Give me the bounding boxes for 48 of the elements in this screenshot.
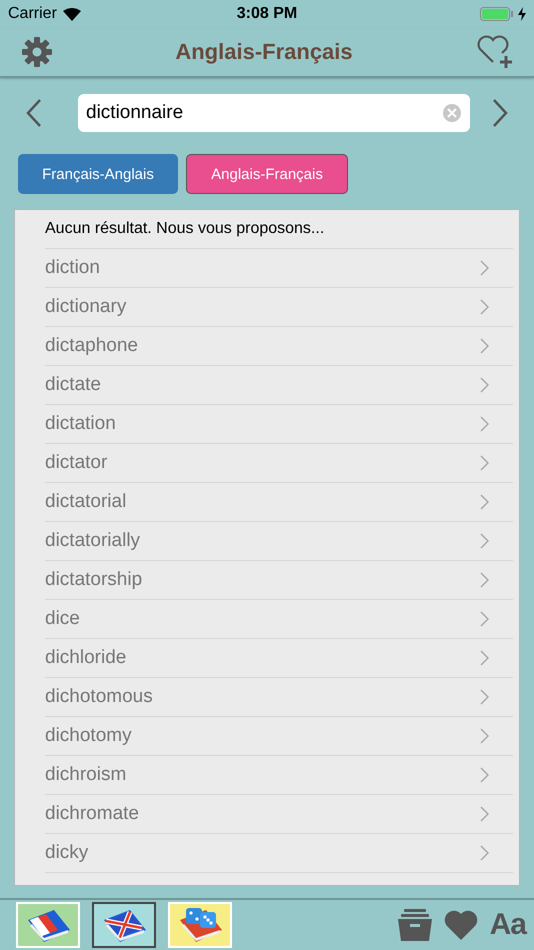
suggestion-item[interactable]: dichotomous	[45, 678, 513, 717]
suggestion-item[interactable]: dichromate	[45, 795, 513, 834]
chevron-icon	[480, 650, 489, 666]
carrier-label: Carrier	[8, 5, 57, 23]
back-button[interactable]	[26, 98, 42, 128]
chevron-icon	[480, 572, 489, 588]
suggestion-item[interactable]: dichroism	[45, 756, 513, 795]
suggestion-item[interactable]: dictionary	[45, 288, 513, 327]
suggestion-item[interactable]: dictator	[45, 444, 513, 483]
wifi-icon	[62, 8, 81, 20]
suggestion-item[interactable]: dictation	[45, 405, 513, 444]
suggestion-item[interactable]: dice	[45, 600, 513, 639]
direction-tab[interactable]: Anglais-Français	[186, 154, 348, 194]
chevron-icon	[480, 299, 489, 315]
chevron-icon	[480, 455, 489, 471]
suggestion-item[interactable]: dictaphone	[45, 327, 513, 366]
suggestion-item[interactable]: dicky	[45, 834, 513, 873]
chevron-icon	[480, 338, 489, 354]
font-size-button[interactable]: Aa	[490, 908, 526, 942]
chevron-icon	[480, 689, 489, 705]
nav-title: Anglais-Français	[175, 39, 353, 65]
chevron-icon	[480, 377, 489, 393]
chevron-icon	[480, 728, 489, 744]
chevron-icon	[480, 533, 489, 549]
chevron-icon	[480, 416, 489, 432]
suggestion-item[interactable]: dictatorially	[45, 522, 513, 561]
results-header: Aucun résultat. Nous vous proposons...	[45, 220, 324, 238]
direction-tab[interactable]: Français-Anglais	[18, 154, 178, 194]
favorites-button[interactable]	[444, 910, 478, 940]
settings-button[interactable]	[22, 37, 52, 67]
suggestion-item[interactable]: dictate	[45, 366, 513, 405]
suggestion-item[interactable]: dictatorship	[45, 561, 513, 600]
chevron-icon	[480, 767, 489, 783]
suggestion-item[interactable]: dichotomy	[45, 717, 513, 756]
forward-button[interactable]	[492, 98, 508, 128]
chevron-icon	[480, 494, 489, 510]
status-time: 3:08 PM	[236, 5, 298, 23]
dictionary-tile[interactable]	[92, 902, 156, 948]
suggestion-item[interactable]: diction	[45, 249, 513, 288]
chevron-icon	[480, 806, 489, 822]
charging-icon	[518, 7, 526, 21]
chevron-icon	[480, 260, 489, 276]
suggestion-item[interactable]: dictatorial	[45, 483, 513, 522]
chevron-icon	[480, 611, 489, 627]
chevron-icon	[480, 845, 489, 861]
battery-icon	[480, 7, 514, 21]
suggestion-item[interactable]: dichloride	[45, 639, 513, 678]
archive-button[interactable]	[398, 909, 432, 941]
